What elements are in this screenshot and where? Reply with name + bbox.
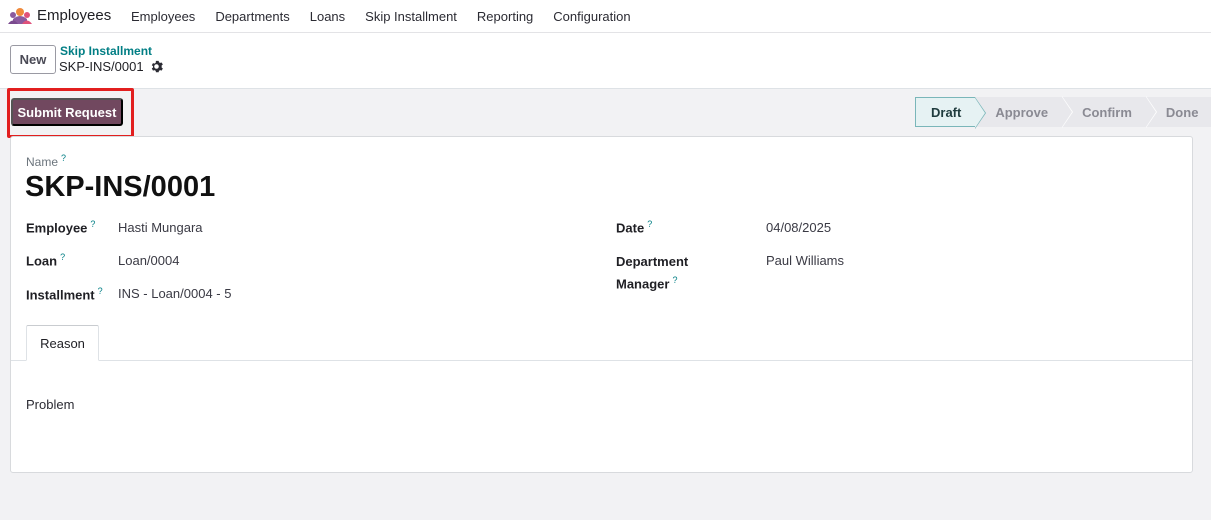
gear-icon[interactable] bbox=[150, 60, 163, 73]
department-manager-field[interactable]: Paul Williams bbox=[766, 253, 844, 268]
employee-field[interactable]: Hasti Mungara bbox=[118, 220, 203, 235]
new-button[interactable]: New bbox=[10, 45, 56, 74]
help-icon[interactable]: ? bbox=[61, 153, 66, 163]
name-label-text: Name bbox=[26, 155, 59, 169]
nav-item-reporting[interactable]: Reporting bbox=[477, 9, 533, 24]
notebook-tab-divider bbox=[11, 360, 1192, 361]
date-field-label: Date? bbox=[616, 219, 652, 235]
loan-label-text: Loan bbox=[26, 253, 58, 269]
record-ref-label: SKP-INS/0001 bbox=[59, 59, 144, 74]
breadcrumb-current: SKP-INS/0001 bbox=[59, 59, 163, 74]
nav-item-departments[interactable]: Departments bbox=[215, 9, 289, 24]
nav-item-loans[interactable]: Loans bbox=[310, 9, 345, 24]
stage-approve[interactable]: Approve bbox=[975, 96, 1074, 128]
status-bar: Draft Approve Confirm Done bbox=[915, 96, 1211, 129]
nav-item-configuration[interactable]: Configuration bbox=[553, 9, 630, 24]
breadcrumb-parent-link[interactable]: Skip Installment bbox=[60, 44, 152, 58]
installment-label-text: Installment bbox=[26, 287, 95, 303]
installment-field[interactable]: INS - Loan/0004 - 5 bbox=[118, 286, 231, 301]
top-navbar: Employees Employees Departments Loans Sk… bbox=[0, 0, 1211, 33]
control-panel: New Skip Installment SKP-INS/0001 bbox=[0, 33, 1211, 89]
reason-field[interactable]: Problem bbox=[26, 397, 74, 412]
stage-label: Approve bbox=[995, 104, 1049, 120]
employee-field-label: Employee? bbox=[26, 219, 95, 235]
stage-label: Confirm bbox=[1082, 104, 1132, 120]
help-icon[interactable]: ? bbox=[60, 252, 65, 262]
help-icon[interactable]: ? bbox=[672, 275, 677, 285]
loan-field-label: Loan? bbox=[26, 252, 65, 268]
tab-reason[interactable]: Reason bbox=[26, 325, 99, 361]
help-icon[interactable]: ? bbox=[90, 219, 95, 229]
loan-field[interactable]: Loan/0004 bbox=[118, 253, 179, 268]
date-label-text: Date bbox=[616, 220, 645, 236]
stage-draft[interactable]: Draft bbox=[915, 97, 987, 129]
nav-item-skip-installment[interactable]: Skip Installment bbox=[365, 9, 457, 24]
stage-label: Done bbox=[1165, 104, 1199, 120]
app-name[interactable]: Employees bbox=[37, 7, 111, 24]
nav-menu: Employees Departments Loans Skip Install… bbox=[131, 9, 651, 24]
stage-label: Draft bbox=[931, 104, 962, 120]
installment-field-label: Installment? bbox=[26, 286, 103, 302]
date-field[interactable]: 04/08/2025 bbox=[766, 220, 831, 235]
name-field-label: Name? bbox=[26, 153, 66, 169]
help-icon[interactable]: ? bbox=[98, 286, 103, 296]
nav-item-employees[interactable]: Employees bbox=[131, 9, 195, 24]
department-manager-label-line-2: Manager bbox=[616, 276, 670, 292]
department-manager-label-line-1: Department bbox=[616, 254, 689, 269]
employees-app-icon[interactable] bbox=[8, 7, 32, 25]
submit-request-button[interactable]: Submit Request bbox=[11, 98, 123, 126]
help-icon[interactable]: ? bbox=[647, 219, 652, 229]
employee-label-text: Employee bbox=[26, 220, 88, 236]
form-sheet: Name? SKP-INS/0001 Employee? Hasti Munga… bbox=[10, 136, 1193, 473]
stage-confirm[interactable]: Confirm bbox=[1062, 96, 1157, 128]
department-manager-field-label: Department Manager? bbox=[616, 252, 688, 293]
record-name-field[interactable]: SKP-INS/0001 bbox=[25, 171, 215, 204]
